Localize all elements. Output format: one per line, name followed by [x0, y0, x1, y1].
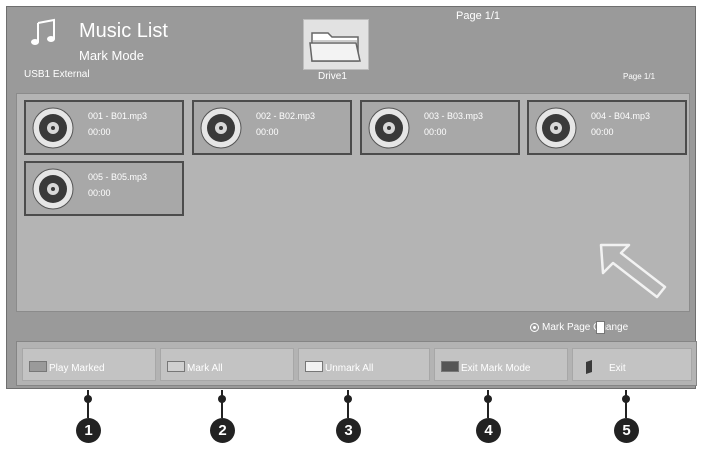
callout-dot	[622, 395, 630, 403]
device-label: USB1 External	[24, 69, 90, 80]
callout-dot	[218, 395, 226, 403]
callout-number: 3	[336, 418, 361, 443]
exit-icon	[586, 360, 592, 374]
unmark-all-button[interactable]: Unmark All	[298, 348, 430, 381]
button-label: Exit Mark Mode	[461, 363, 531, 374]
track-name: 003 - B03.mp3	[424, 111, 484, 121]
callout-number: 4	[476, 418, 501, 443]
track-duration: 00:00	[88, 188, 111, 198]
track-tile[interactable]: 003 - B03.mp3 00:00	[360, 100, 520, 155]
color-key-icon	[305, 361, 323, 372]
track-tile[interactable]: 002 - B02.mp3 00:00	[192, 100, 352, 155]
disc-icon	[368, 107, 410, 149]
track-duration: 00:00	[256, 127, 279, 137]
track-grid: 001 - B01.mp3 00:00 002 - B02.mp3 00:00 …	[16, 93, 690, 312]
button-label: Exit	[609, 363, 626, 374]
radio-icon[interactable]	[530, 323, 539, 332]
button-label: Unmark All	[325, 363, 374, 374]
track-tile[interactable]: 004 - B04.mp3 00:00	[527, 100, 687, 155]
callout-dot	[344, 395, 352, 403]
track-name: 005 - B05.mp3	[88, 172, 148, 182]
mode-label: Mark Mode	[79, 48, 145, 63]
page-indicator: Page 1/1	[623, 72, 656, 81]
drive-folder-button[interactable]	[303, 19, 369, 70]
track-name: 001 - B01.mp3	[88, 111, 148, 121]
track-name: 002 - B02.mp3	[256, 111, 316, 121]
track-duration: 00:00	[591, 127, 614, 137]
track-name: 004 - B04.mp3	[591, 111, 651, 121]
track-duration: 00:00	[424, 127, 447, 137]
disc-icon	[32, 107, 74, 149]
pointer-arrow-icon	[599, 243, 667, 299]
color-key-icon	[441, 361, 459, 372]
disc-icon	[200, 107, 242, 149]
color-key-icon	[167, 361, 185, 372]
button-bar: Play Marked Mark All Unmark All Exit Mar…	[16, 341, 697, 386]
mark-page-label: Mark Page Change	[542, 322, 629, 333]
track-tile[interactable]: 001 - B01.mp3 00:00	[24, 100, 184, 155]
disc-icon	[535, 107, 577, 149]
disc-icon	[32, 168, 74, 210]
track-duration: 00:00	[88, 127, 111, 137]
music-list-screen: Music List Mark Mode USB1 External Drive…	[6, 6, 697, 389]
page-swap-icon	[596, 321, 605, 334]
callout-dot	[84, 395, 92, 403]
header: Music List Mark Mode USB1 External Drive…	[7, 7, 695, 91]
music-note-icon	[31, 18, 55, 45]
play-marked-button[interactable]: Play Marked	[22, 348, 156, 381]
callout-number: 5	[614, 418, 639, 443]
color-key-icon	[29, 361, 47, 372]
page-title: Music List	[79, 20, 168, 42]
exit-mark-mode-button[interactable]: Exit Mark Mode	[434, 348, 568, 381]
button-label: Mark All	[187, 363, 223, 374]
mark-page-change-option[interactable]: Mark Page Change	[530, 322, 628, 333]
callout-number: 1	[76, 418, 101, 443]
button-label: Play Marked	[49, 363, 105, 374]
track-tile[interactable]: 005 - B05.mp3 00:00	[24, 161, 184, 216]
page-indicator-top: Page 1/1	[456, 10, 501, 22]
exit-button[interactable]: Exit	[572, 348, 692, 381]
callout-number: 2	[210, 418, 235, 443]
folder-icon	[309, 32, 361, 62]
callout-dot	[484, 395, 492, 403]
mark-all-button[interactable]: Mark All	[160, 348, 294, 381]
drive-label: Drive1	[318, 71, 347, 82]
